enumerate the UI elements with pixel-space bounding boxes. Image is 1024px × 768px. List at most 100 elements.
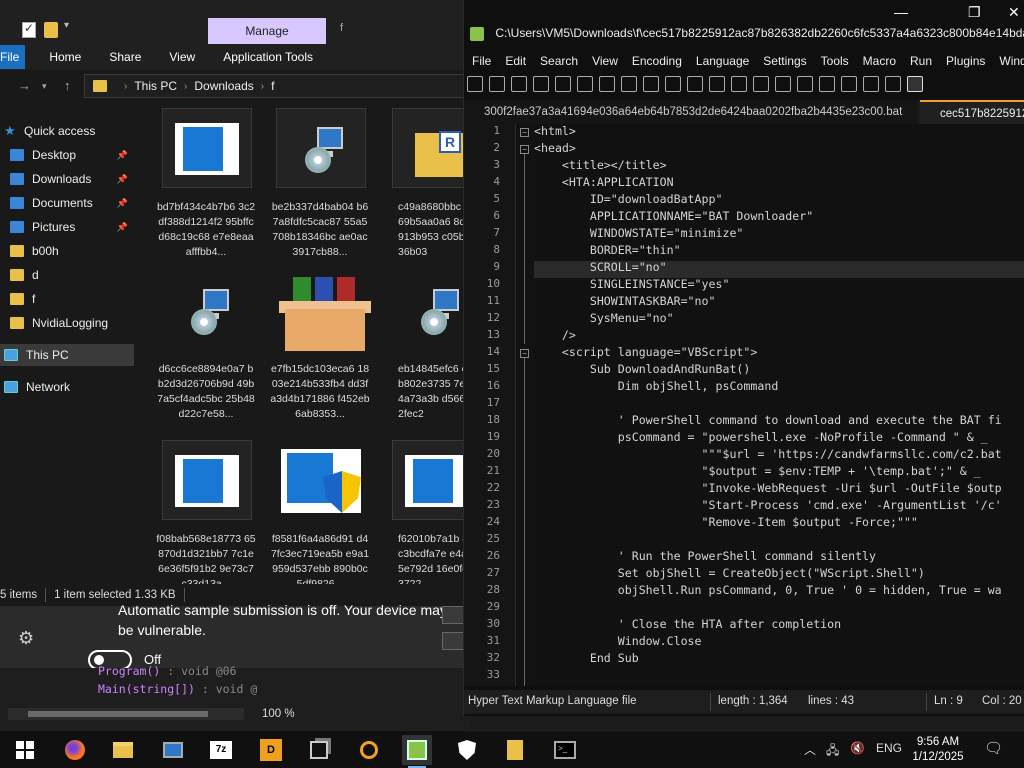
breadcrumb-downloads[interactable]: Downloads bbox=[194, 79, 253, 93]
remote-desktop-button[interactable] bbox=[158, 735, 188, 765]
new-folder-icon[interactable] bbox=[44, 22, 58, 38]
code-editor[interactable]: 1 2 3 4 5 6 7 8 9 10 11 12 13 14 15 16 17 18 19 20 21 22 23 24 2… bbox=[464, 124, 1024, 686]
show-all-characters-icon[interactable] bbox=[885, 76, 901, 92]
menu-view[interactable]: View bbox=[592, 54, 618, 68]
nav-item-documents[interactable]: Documents 📌 bbox=[0, 192, 134, 214]
notice-button[interactable] bbox=[442, 632, 464, 650]
zoom-level[interactable]: 100 % bbox=[262, 708, 295, 720]
minimize-icon[interactable]: — bbox=[894, 4, 908, 20]
menu-window[interactable]: Window bbox=[999, 54, 1024, 68]
replace-icon[interactable] bbox=[753, 76, 769, 92]
menu-search[interactable]: Search bbox=[540, 54, 578, 68]
forward-arrow-icon[interactable]: → bbox=[18, 78, 31, 93]
member-item[interactable]: Main(string[]) : void @ bbox=[98, 682, 257, 696]
fold-toggle-icon[interactable]: − bbox=[520, 349, 529, 358]
search-tool-button[interactable] bbox=[354, 735, 384, 765]
zoom-in-icon[interactable] bbox=[775, 76, 791, 92]
folder-button[interactable] bbox=[500, 735, 530, 765]
up-arrow-icon[interactable]: ↑ bbox=[64, 78, 71, 93]
close-icon[interactable]: ✕ bbox=[1008, 4, 1020, 21]
copy-icon[interactable] bbox=[643, 76, 659, 92]
menu-settings[interactable]: Settings bbox=[763, 54, 806, 68]
menu-language[interactable]: Language bbox=[696, 54, 749, 68]
ribbon-tab-home[interactable]: Home bbox=[49, 50, 81, 64]
virtual-machine-button[interactable] bbox=[304, 735, 334, 765]
nav-item-downloads[interactable]: Downloads 📌 bbox=[0, 168, 134, 190]
cut-icon[interactable] bbox=[621, 76, 637, 92]
horizontal-scrollbar[interactable] bbox=[8, 708, 244, 720]
file-tile[interactable]: f8581f6a4a86d91 d47fc3ec719ea5b e9a1959d… bbox=[270, 440, 370, 598]
language-indicator[interactable]: ENG bbox=[876, 741, 902, 755]
menu-run[interactable]: Run bbox=[910, 54, 932, 68]
nav-item-nvidialogging[interactable]: NvidiaLogging bbox=[0, 312, 134, 334]
undo-icon[interactable] bbox=[687, 76, 703, 92]
file-tile[interactable]: R c49a8680bbc e569b5aa0a6 8dcb913b953 c0… bbox=[386, 108, 470, 266]
close-file-icon[interactable] bbox=[555, 76, 571, 92]
member-item[interactable]: Program() : void @06 bbox=[98, 664, 236, 678]
sync-vertical-icon[interactable] bbox=[819, 76, 835, 92]
nav-item-desktop[interactable]: Desktop 📌 bbox=[0, 144, 134, 166]
word-wrap-icon[interactable] bbox=[863, 76, 879, 92]
nav-item-pictures[interactable]: Pictures 📌 bbox=[0, 216, 134, 238]
clock[interactable]: 9:56 AM 1/12/2025 bbox=[908, 735, 968, 765]
security-button[interactable] bbox=[452, 735, 482, 765]
menu-macro[interactable]: Macro bbox=[863, 54, 896, 68]
recent-chevron-icon[interactable]: ▾ bbox=[42, 81, 47, 92]
sync-horizontal-icon[interactable] bbox=[841, 76, 857, 92]
file-tile[interactable]: d6cc6ce8894e0a7 bb2d3d26706b9d 49b7a5cf4… bbox=[156, 270, 256, 428]
ribbon-tab-file[interactable]: File bbox=[0, 45, 26, 69]
zoom-out-icon[interactable] bbox=[797, 76, 813, 92]
notifications-icon[interactable]: 🗨 bbox=[984, 739, 1003, 757]
7zip-button[interactable]: 7z bbox=[206, 735, 236, 765]
save-icon[interactable] bbox=[511, 76, 527, 92]
ribbon-tab-share[interactable]: Share bbox=[109, 50, 141, 64]
notepadpp-taskbar-button[interactable] bbox=[402, 735, 432, 768]
nav-item-network[interactable]: Network bbox=[0, 376, 134, 398]
network-tray-icon[interactable]: 🖧 bbox=[826, 741, 839, 762]
start-button[interactable] bbox=[10, 735, 40, 765]
breadcrumb-this-pc[interactable]: This PC bbox=[134, 79, 177, 93]
fold-toggle-icon[interactable]: − bbox=[520, 128, 529, 137]
volume-muted-icon[interactable]: 🔇 bbox=[850, 741, 865, 755]
manage-context-tab[interactable]: Manage bbox=[208, 18, 326, 44]
chevron-down-icon[interactable]: ▾ bbox=[64, 20, 78, 36]
gear-icon[interactable]: ⚙ bbox=[18, 628, 34, 649]
chevron-up-icon[interactable]: ︿ bbox=[804, 741, 816, 758]
print-icon[interactable] bbox=[599, 76, 615, 92]
save-all-icon[interactable] bbox=[533, 76, 549, 92]
detect-it-easy-button[interactable]: D bbox=[256, 735, 286, 765]
file-tile[interactable]: f62010b7a1b 8cc3bcdfa7e e4acc5e792d 16e0… bbox=[386, 440, 470, 598]
nav-quick-access[interactable]: ★ Quick access bbox=[4, 120, 138, 142]
new-file-icon[interactable] bbox=[467, 76, 483, 92]
file-tile[interactable]: eb14845efc6 eab802e3735 7ee24a73a3b d566… bbox=[386, 270, 470, 428]
file-explorer-button[interactable] bbox=[108, 735, 138, 765]
cmd-button[interactable]: >_ bbox=[550, 735, 580, 765]
nav-item-b00h[interactable]: b00h bbox=[0, 240, 134, 262]
menu-file[interactable]: File bbox=[472, 54, 491, 68]
tab-bat-file[interactable]: 300f2fae37a3a41694e036a64eb64b7853d2de64… bbox=[464, 100, 918, 124]
firefox-button[interactable] bbox=[60, 735, 90, 765]
file-tile[interactable]: bd7bf434c4b7b6 3c2df388d1214f2 95bffcd68… bbox=[156, 108, 256, 266]
file-tile[interactable]: e7fb15dc103eca6 1803e214b533fb4 dd3fa3d4… bbox=[270, 270, 371, 428]
redo-icon[interactable] bbox=[709, 76, 725, 92]
close-all-icon[interactable] bbox=[577, 76, 593, 92]
indent-guide-icon[interactable] bbox=[907, 76, 923, 92]
menu-encoding[interactable]: Encoding bbox=[632, 54, 682, 68]
menu-plugins[interactable]: Plugins bbox=[946, 54, 985, 68]
menu-edit[interactable]: Edit bbox=[505, 54, 526, 68]
open-file-icon[interactable] bbox=[489, 76, 505, 92]
breadcrumb-f[interactable]: f bbox=[271, 79, 274, 93]
paste-icon[interactable] bbox=[665, 76, 681, 92]
fold-toggle-icon[interactable]: − bbox=[520, 145, 529, 154]
tab-hta-file[interactable]: cec517b8225912a bbox=[920, 100, 1024, 124]
file-tile[interactable]: be2b337d4bab04 b67a8fdfc5cac87 55a5708b1… bbox=[270, 108, 370, 266]
file-tile[interactable]: f08bab568e18773 65870d1d321bb7 7c1e6e36f… bbox=[156, 440, 256, 598]
address-bar[interactable]: › This PC › Downloads › f bbox=[84, 74, 470, 98]
find-icon[interactable] bbox=[731, 76, 747, 92]
nav-item-d[interactable]: d bbox=[0, 264, 134, 286]
restore-icon[interactable]: ❐ bbox=[968, 4, 981, 21]
ribbon-tab-application-tools[interactable]: Application Tools bbox=[223, 50, 313, 64]
ribbon-tab-view[interactable]: View bbox=[169, 50, 195, 64]
notice-button[interactable] bbox=[442, 606, 464, 624]
nav-item-f[interactable]: f bbox=[0, 288, 134, 310]
